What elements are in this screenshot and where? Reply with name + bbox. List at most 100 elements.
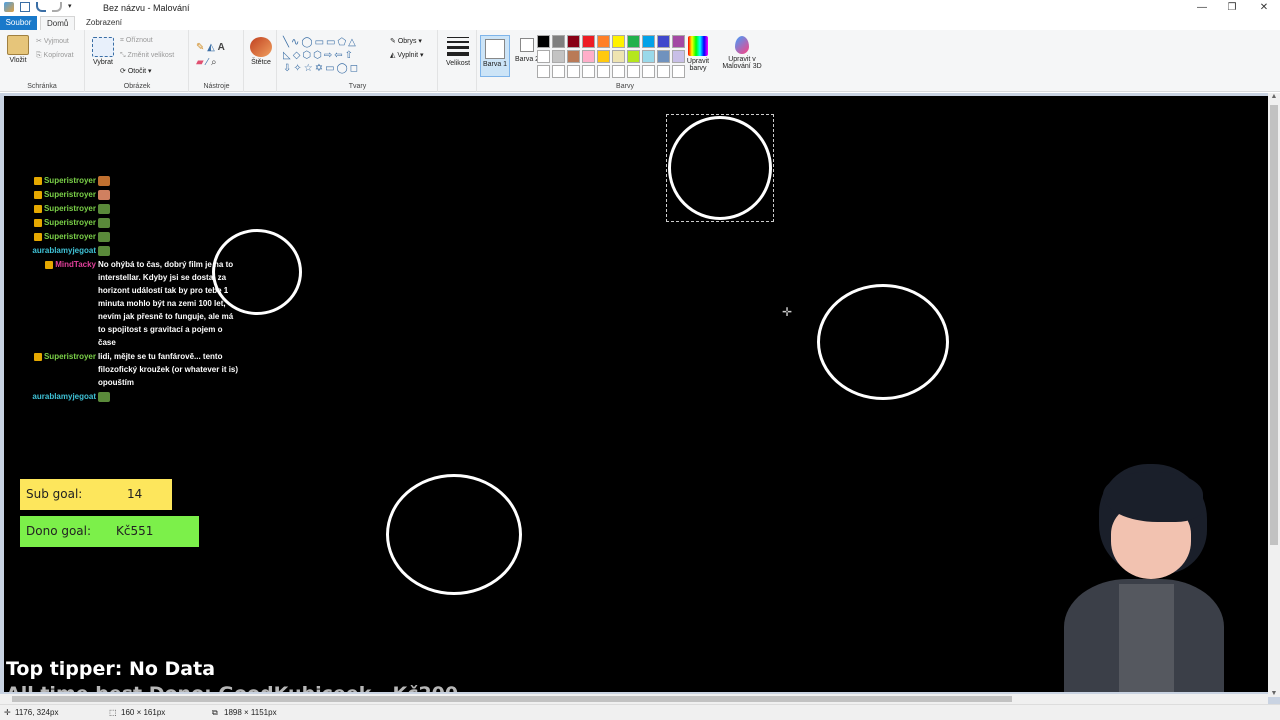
color1-button[interactable]: Barva 1 xyxy=(480,35,510,77)
chat-message: Superistroyer xyxy=(14,174,239,187)
sub-goal-label: Sub goal: xyxy=(26,487,83,501)
palette-swatch[interactable] xyxy=(552,65,565,78)
emote-icon xyxy=(98,189,110,200)
palette-swatch[interactable] xyxy=(537,50,550,63)
palette-swatch[interactable] xyxy=(657,50,670,63)
palette-swatch[interactable] xyxy=(552,50,565,63)
text-icon[interactable]: A xyxy=(218,42,225,53)
fill-button[interactable]: ◭ Vyplnit ▾ xyxy=(390,51,424,59)
palette-swatch[interactable] xyxy=(627,65,640,78)
paint3d-button[interactable]: Upravit v Malování 3D xyxy=(720,36,764,70)
palette-swatch[interactable] xyxy=(657,65,670,78)
subscriber-badge-icon xyxy=(33,218,42,227)
palette-swatch[interactable] xyxy=(597,65,610,78)
vertical-scrollbar[interactable]: ▲ ▼ xyxy=(1268,93,1280,697)
paste-button[interactable]: Vložit xyxy=(5,35,31,64)
crosshair-cursor-icon: ✛ xyxy=(782,305,793,319)
chat-user: Superistroyer xyxy=(14,202,96,215)
horizontal-scrollbar[interactable] xyxy=(0,694,1268,704)
palette-swatch[interactable] xyxy=(642,50,655,63)
chat-username: MindTacky xyxy=(55,260,96,269)
palette-swatch[interactable] xyxy=(612,35,625,48)
subscriber-badge-icon xyxy=(33,190,42,199)
chat-user: MindTacky xyxy=(14,258,96,271)
palette-swatch[interactable] xyxy=(567,65,580,78)
chat-overlay: Superistroyer Superistroyer Superistroyer S… xyxy=(14,174,239,404)
palette-swatch[interactable] xyxy=(597,35,610,48)
select-icon xyxy=(92,37,114,57)
top-tipper-text: Top tipper: No Data xyxy=(6,658,216,680)
customize-quick-access-icon[interactable]: ▾ xyxy=(68,2,74,12)
selection-size: 160 × 161px xyxy=(121,708,166,717)
palette-swatch[interactable] xyxy=(537,65,550,78)
palette-swatch[interactable] xyxy=(627,35,640,48)
save-icon[interactable] xyxy=(20,2,30,12)
palette-swatch[interactable] xyxy=(642,35,655,48)
copy-button[interactable]: ⎘ Kopírovat xyxy=(36,52,74,60)
minimize-button[interactable]: — xyxy=(1186,0,1218,16)
tools-group: ✎ ◭ A ▰ ⁄ ⌕ Nástroje xyxy=(190,30,244,92)
chat-username: Superistroyer xyxy=(43,190,96,199)
title-bar: ▾ Bez názvu - Malování — ❐ ✕ xyxy=(0,0,1280,16)
emote-icon xyxy=(98,175,110,186)
image-group: Vybrat ⌗ Oříznout ⤡ Změnit velikost ⟳ Ot… xyxy=(86,30,189,92)
size-group: Velikost xyxy=(439,30,477,92)
select-button[interactable]: Vybrat xyxy=(90,37,116,66)
size-icon xyxy=(447,37,469,56)
redo-icon[interactable] xyxy=(52,2,62,12)
size-button[interactable]: Velikost xyxy=(444,37,472,67)
chat-username: Superistroyer xyxy=(43,204,96,213)
chat-message: Superistroyer xyxy=(14,202,239,215)
vertical-scroll-thumb[interactable] xyxy=(1270,105,1278,545)
palette-swatch[interactable] xyxy=(567,35,580,48)
scroll-down-arrow-icon[interactable]: ▼ xyxy=(1268,690,1280,697)
selection-size-icon: ⬚ xyxy=(109,708,117,717)
palette-swatch[interactable] xyxy=(567,50,580,63)
tab-file[interactable]: Soubor xyxy=(0,16,37,30)
color-picker-icon[interactable]: ⁄ xyxy=(206,57,208,68)
palette-swatch[interactable] xyxy=(582,50,595,63)
palette-swatch[interactable] xyxy=(552,35,565,48)
color2-swatch xyxy=(520,38,534,52)
palette-swatch[interactable] xyxy=(627,50,640,63)
palette-swatch[interactable] xyxy=(597,50,610,63)
crop-button[interactable]: ⌗ Oříznout xyxy=(120,37,153,45)
drawn-circle xyxy=(212,229,302,315)
canvas-area: Superistroyer Superistroyer Superistroyer S… xyxy=(0,93,1280,704)
palette-swatch[interactable] xyxy=(612,65,625,78)
emote-icon xyxy=(98,391,110,402)
subscriber-badge-icon xyxy=(33,352,42,361)
undo-icon[interactable] xyxy=(36,2,46,12)
edit-colors-button[interactable]: Upravit barvy xyxy=(683,36,713,72)
clipboard-group: Vložit ✂ Vyjmout ⎘ Kopírovat Schránka xyxy=(0,30,85,92)
quick-access-toolbar: ▾ xyxy=(4,2,74,12)
horizontal-scroll-thumb[interactable] xyxy=(12,696,1012,702)
magnifier-icon[interactable]: ⌕ xyxy=(211,57,217,68)
scroll-up-arrow-icon[interactable]: ▲ xyxy=(1268,93,1280,100)
eraser-icon[interactable]: ▰ xyxy=(196,57,204,68)
palette-swatch[interactable] xyxy=(537,35,550,48)
chat-user: Superistroyer xyxy=(14,230,96,243)
subscriber-badge-icon xyxy=(33,232,42,241)
rotate-button[interactable]: ⟳ Otočit ▾ xyxy=(120,67,152,75)
avatar-shirt xyxy=(1119,584,1174,692)
tab-view[interactable]: Zobrazení xyxy=(80,16,128,30)
close-button[interactable]: ✕ xyxy=(1248,0,1280,16)
palette-swatch[interactable] xyxy=(642,65,655,78)
palette-swatch[interactable] xyxy=(657,35,670,48)
emote-icon xyxy=(98,217,110,228)
pencil-icon[interactable]: ✎ xyxy=(196,42,204,53)
cut-button[interactable]: ✂ Vyjmout xyxy=(36,37,69,45)
brushes-button[interactable]: Štětce xyxy=(248,37,274,66)
palette-swatch[interactable] xyxy=(612,50,625,63)
fill-icon[interactable]: ◭ xyxy=(207,42,215,53)
drawing-canvas[interactable]: Superistroyer Superistroyer Superistroyer S… xyxy=(4,96,1268,692)
outline-button[interactable]: ✎ Obrys ▾ xyxy=(390,37,422,45)
shapes-gallery[interactable]: ╲∿◯▭▭⬠△ ◺◇⬡⬡⇨⇦⇧ ⇩✧☆✡▭◯◻ xyxy=(283,36,383,75)
maximize-button[interactable]: ❐ xyxy=(1216,0,1248,16)
tab-home[interactable]: Domů xyxy=(40,16,76,30)
palette-swatch[interactable] xyxy=(582,35,595,48)
resize-button[interactable]: ⤡ Změnit velikost xyxy=(120,52,174,60)
palette-swatch[interactable] xyxy=(582,65,595,78)
brush-icon xyxy=(250,37,272,57)
